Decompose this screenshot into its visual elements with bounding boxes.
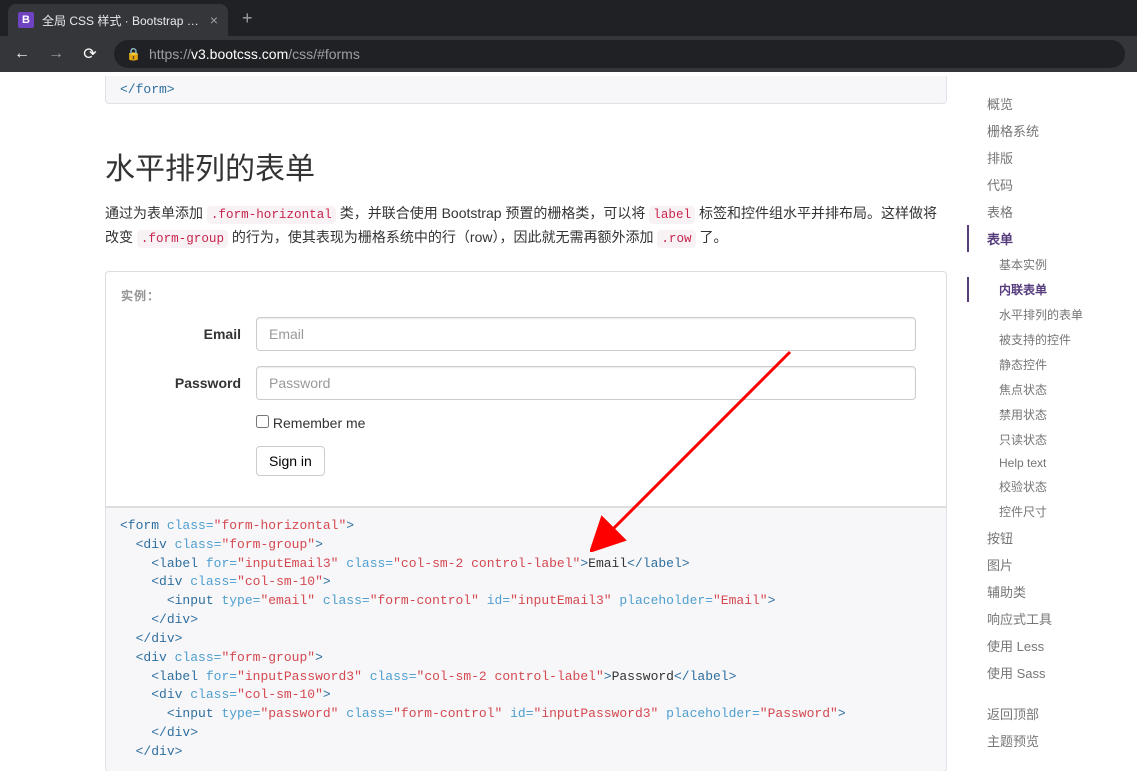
sidebar-item[interactable]: 概览 — [967, 90, 1137, 117]
main-content: </form> 水平排列的表单 通过为表单添加 .form-horizontal… — [105, 72, 947, 771]
address-bar: ← → ⟳ 🔒 https://v3.bootcss.com/css/#form… — [0, 36, 1137, 72]
remember-checkbox-wrap: Remember me — [256, 415, 916, 431]
email-field[interactable] — [256, 317, 916, 351]
sidebar-item[interactable]: 按钮 — [967, 524, 1137, 551]
sidebar-subitem[interactable]: 焦点状态 — [967, 377, 1137, 402]
forward-icon[interactable]: → — [46, 45, 66, 63]
close-icon[interactable]: × — [210, 12, 218, 28]
sidebar-item[interactable]: 辅助类 — [967, 578, 1137, 605]
sidebar-item[interactable]: 响应式工具 — [967, 605, 1137, 632]
sign-in-button[interactable]: Sign in — [256, 446, 325, 476]
sidebar-item[interactable]: 代码 — [967, 171, 1137, 198]
prev-code-tail: </form> — [105, 76, 947, 104]
sidebar-subitem[interactable]: 只读状态 — [967, 427, 1137, 452]
code-block: <form class="form-horizontal"> <div clas… — [105, 507, 947, 771]
sidebar-item[interactable]: 表单 — [967, 225, 1137, 252]
sidebar-subitem[interactable]: 内联表单 — [967, 277, 1137, 302]
sidebar-item[interactable]: 图片 — [967, 551, 1137, 578]
browser-chrome: B 全局 CSS 样式 · Bootstrap v3 中 × + ← → ⟳ 🔒… — [0, 0, 1137, 72]
tab-title: 全局 CSS 样式 · Bootstrap v3 中 — [42, 12, 202, 29]
sidebar-subitem[interactable]: 禁用状态 — [967, 402, 1137, 427]
form-group-remember: Remember me — [121, 415, 931, 431]
tab-bar: B 全局 CSS 样式 · Bootstrap v3 中 × + — [0, 0, 1137, 36]
omnibox[interactable]: 🔒 https://v3.bootcss.com/css/#forms — [114, 40, 1125, 68]
code-form-group: .form-group — [137, 230, 228, 248]
sidebar-item[interactable]: 排版 — [967, 144, 1137, 171]
horizontal-form: Email Password — [121, 317, 931, 476]
code-form-horizontal: .form-horizontal — [207, 206, 336, 224]
form-group-email: Email — [121, 317, 931, 351]
sidebar-item[interactable]: 使用 Sass — [967, 659, 1137, 686]
sidebar-subitem[interactable]: 校验状态 — [967, 474, 1137, 499]
password-label: Password — [121, 375, 256, 391]
code-row: .row — [657, 230, 695, 248]
back-icon[interactable]: ← — [12, 45, 32, 63]
sidebar-subitem[interactable]: 被支持的控件 — [967, 327, 1137, 352]
bootstrap-favicon: B — [18, 12, 34, 28]
back-to-top-link[interactable]: 返回顶部 — [967, 700, 1137, 727]
lock-icon: 🔒 — [126, 47, 141, 61]
reload-icon[interactable]: ⟳ — [80, 44, 100, 64]
sidebar-item[interactable]: 使用 Less — [967, 632, 1137, 659]
sidebar-item[interactable]: 表格 — [967, 198, 1137, 225]
example-label: 实例： — [121, 287, 160, 304]
sidebar-subitem[interactable]: 水平排列的表单 — [967, 302, 1137, 327]
remember-label-wrap[interactable]: Remember me — [256, 415, 365, 431]
sidebar-nav: 概览栅格系统排版代码表格表单基本实例内联表单水平排列的表单被支持的控件静态控件焦… — [967, 90, 1137, 754]
remember-checkbox[interactable] — [256, 415, 269, 428]
remember-label: Remember me — [273, 415, 366, 431]
password-field[interactable] — [256, 366, 916, 400]
form-group-submit: Sign in — [121, 446, 931, 476]
sidebar-item[interactable]: 栅格系统 — [967, 117, 1137, 144]
section-paragraph: 通过为表单添加 .form-horizontal 类，并联合使用 Bootstr… — [105, 202, 947, 251]
new-tab-button[interactable]: + — [228, 8, 267, 29]
browser-tab[interactable]: B 全局 CSS 样式 · Bootstrap v3 中 × — [8, 4, 228, 36]
theme-preview-link[interactable]: 主题预览 — [967, 727, 1137, 754]
sidebar-subitem[interactable]: 控件尺寸 — [967, 499, 1137, 524]
form-group-password: Password — [121, 366, 931, 400]
url-text: https://v3.bootcss.com/css/#forms — [149, 46, 360, 62]
sidebar-subitem[interactable]: Help text — [967, 452, 1137, 474]
sidebar-subitem[interactable]: 基本实例 — [967, 252, 1137, 277]
section-heading: 水平排列的表单 — [105, 144, 947, 188]
page-body: </form> 水平排列的表单 通过为表单添加 .form-horizontal… — [0, 72, 1137, 771]
sidebar-subitem[interactable]: 静态控件 — [967, 352, 1137, 377]
example-panel: 实例： Email Password — [105, 271, 947, 507]
code-label: label — [649, 206, 695, 224]
email-label: Email — [121, 326, 256, 342]
